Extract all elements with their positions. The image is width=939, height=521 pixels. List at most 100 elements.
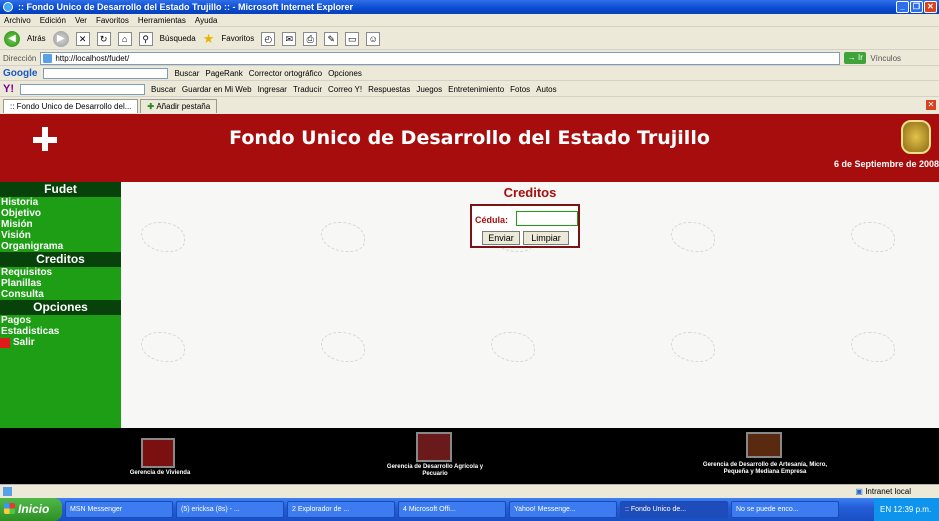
go-label: Ir — [858, 53, 863, 62]
yahoo-search-input[interactable] — [20, 83, 145, 95]
yahoo-item-traducir[interactable]: Traducir — [293, 85, 322, 94]
address-url: http://localhost/fudet/ — [55, 53, 130, 63]
menu-edicion[interactable]: Edición — [40, 14, 66, 26]
cedula-label: Cédula: — [475, 215, 509, 225]
taskbar-item-office[interactable]: 4 Microsoft Offi... — [398, 501, 506, 518]
search-icon[interactable]: ⚲ — [138, 31, 153, 46]
background-map-icon — [671, 332, 715, 362]
google-buscar-button[interactable]: Buscar — [174, 69, 199, 78]
sidebar: Fudet Historia Objetivo Misión Visión Or… — [0, 182, 121, 428]
sidebar-item-requisitos[interactable]: Requisitos — [0, 267, 121, 278]
messenger-icon[interactable]: ☺ — [366, 31, 381, 46]
menu-favoritos[interactable]: Favoritos — [96, 14, 129, 26]
factory-icon[interactable] — [746, 432, 782, 458]
taskbar-item-fondo[interactable]: :: Fondo Unico de... — [620, 501, 728, 518]
tab-current[interactable]: :: Fondo Unico de Desarrollo del... — [3, 99, 139, 113]
sidebar-item-organigrama[interactable]: Organigrama — [0, 241, 121, 252]
yahoo-item-respuestas[interactable]: Respuestas — [368, 85, 410, 94]
go-button[interactable]: → Ir — [844, 52, 867, 64]
start-button[interactable]: Inicio — [0, 498, 62, 521]
sidebar-item-planillas[interactable]: Planillas — [0, 278, 121, 289]
search-button-label[interactable]: Búsqueda — [160, 34, 196, 43]
opciones-button[interactable]: Opciones — [328, 69, 362, 78]
pagerank-label: PageRank — [205, 69, 243, 78]
close-tab-icon[interactable]: ✕ — [926, 100, 936, 110]
google-search-input[interactable] — [43, 68, 169, 79]
print-icon[interactable]: ⎙ — [303, 31, 318, 46]
sidebar-item-vision[interactable]: Visión — [0, 230, 121, 241]
address-input[interactable]: http://localhost/fudet/ — [40, 51, 841, 65]
back-arrow-icon[interactable]: ◀ — [4, 30, 20, 47]
background-map-icon — [671, 222, 715, 252]
menu-herramientas[interactable]: Herramientas — [138, 14, 186, 26]
sidebar-item-consulta[interactable]: Consulta — [0, 289, 121, 300]
history-icon[interactable]: ◴ — [261, 31, 276, 46]
folder-icon[interactable]: ▭ — [345, 31, 360, 46]
yahoo-item-ingresar[interactable]: Ingresar — [258, 85, 287, 94]
cedula-input[interactable] — [516, 211, 578, 226]
page-icon — [43, 53, 53, 63]
favorites-button-label[interactable]: Favoritos — [221, 34, 254, 43]
taskbar-item-msn[interactable]: MSN Messenger — [65, 501, 173, 518]
edit-icon[interactable]: ✎ — [324, 31, 339, 46]
yahoo-item-fotos[interactable]: Fotos — [510, 85, 530, 94]
close-button[interactable]: ✕ — [924, 1, 937, 13]
yahoo-buscar-button[interactable]: Buscar — [151, 85, 176, 94]
footer-artesania-label[interactable]: Gerencia de Desarrollo de Artesanía, Mic… — [700, 462, 830, 476]
sidebar-item-salir[interactable]: Salir — [0, 337, 121, 348]
yahoo-item-juegos[interactable]: Juegos — [416, 85, 442, 94]
menu-archivo[interactable]: Archivo — [4, 14, 31, 26]
google-logo[interactable]: Google — [3, 68, 37, 79]
menu-ayuda[interactable]: Ayuda — [195, 14, 218, 26]
refresh-icon[interactable]: ↻ — [96, 31, 111, 46]
forward-arrow-icon[interactable]: ▶ — [52, 30, 69, 47]
page-viewport: Fondo Unico de Desarrollo del Estado Tru… — [0, 114, 939, 484]
mail-icon[interactable]: ✉ — [282, 31, 297, 46]
enviar-button[interactable]: Enviar — [482, 231, 520, 245]
footer-vivienda-label[interactable]: Gerencia de Vivienda — [95, 470, 225, 477]
taskbar-item-chat[interactable]: (5) ericksa (8s) - ... — [176, 501, 284, 518]
yahoo-item-entretenimiento[interactable]: Entretenimiento — [448, 85, 504, 94]
house-icon[interactable] — [141, 438, 175, 468]
sidebar-heading-fudet: Fudet — [0, 182, 121, 197]
footer-agricola-label[interactable]: Gerencia de Desarrollo Agrícola y Pecuar… — [380, 464, 490, 478]
yahoo-item-autos[interactable]: Autos — [536, 85, 556, 94]
standard-toolbar: ◀ Atrás ▶ ✕ ↻ ⌂ ⚲ Búsqueda ★ Favoritos ◴… — [0, 28, 939, 50]
back-button-label[interactable]: Atrás — [27, 34, 46, 43]
corrector-button[interactable]: Corrector ortográfico — [249, 69, 322, 78]
main-content: Creditos Cédula: Enviar Limpiar — [121, 182, 939, 428]
sidebar-item-pagos[interactable]: Pagos — [0, 315, 121, 326]
yahoo-item-correo[interactable]: Correo Y! — [328, 85, 362, 94]
yahoo-logo[interactable]: Y! — [3, 83, 14, 95]
language-indicator[interactable]: EN — [880, 505, 891, 514]
links-label[interactable]: Vínculos — [870, 54, 901, 63]
sidebar-item-mision[interactable]: Misión — [0, 219, 121, 230]
system-tray: EN 12:39 p.m. — [874, 498, 939, 521]
tab-bar: :: Fondo Unico de Desarrollo del... ✚ Añ… — [0, 98, 939, 113]
taskbar-item-explorer[interactable]: 2 Explorador de ... — [287, 501, 395, 518]
salir-label: Salir — [13, 337, 35, 348]
limpiar-button[interactable]: Limpiar — [523, 231, 569, 245]
yahoo-item-guardar[interactable]: Guardar en Mi Web — [182, 85, 252, 94]
exit-icon — [0, 337, 10, 348]
stop-icon[interactable]: ✕ — [75, 31, 90, 46]
sidebar-heading-opciones: Opciones — [0, 300, 121, 315]
taskbar-item-yahoo[interactable]: Yahoo! Messenge... — [509, 501, 617, 518]
cedula-form: Cédula: Enviar Limpiar — [470, 204, 580, 248]
start-label: Inicio — [18, 502, 50, 516]
maximize-button[interactable]: ❐ — [910, 1, 923, 13]
taskbar-item-noencontrada[interactable]: No se puede enco... — [731, 501, 839, 518]
favorites-star-icon[interactable]: ★ — [203, 31, 215, 47]
tab-add[interactable]: ✚ Añadir pestaña — [140, 99, 218, 113]
home-icon[interactable]: ⌂ — [117, 31, 132, 46]
sidebar-item-historia[interactable]: Historia — [0, 197, 121, 208]
status-zone-label: Intranet local — [865, 487, 911, 496]
tractor-icon[interactable] — [416, 432, 452, 462]
sidebar-item-objetivo[interactable]: Objetivo — [0, 208, 121, 219]
menu-ver[interactable]: Ver — [75, 14, 87, 26]
background-map-icon — [491, 332, 535, 362]
background-map-icon — [141, 332, 185, 362]
intranet-icon: ▣ — [855, 487, 866, 496]
sidebar-item-estadisticas[interactable]: Estadisticas — [0, 326, 121, 337]
minimize-button[interactable]: _ — [896, 1, 909, 13]
